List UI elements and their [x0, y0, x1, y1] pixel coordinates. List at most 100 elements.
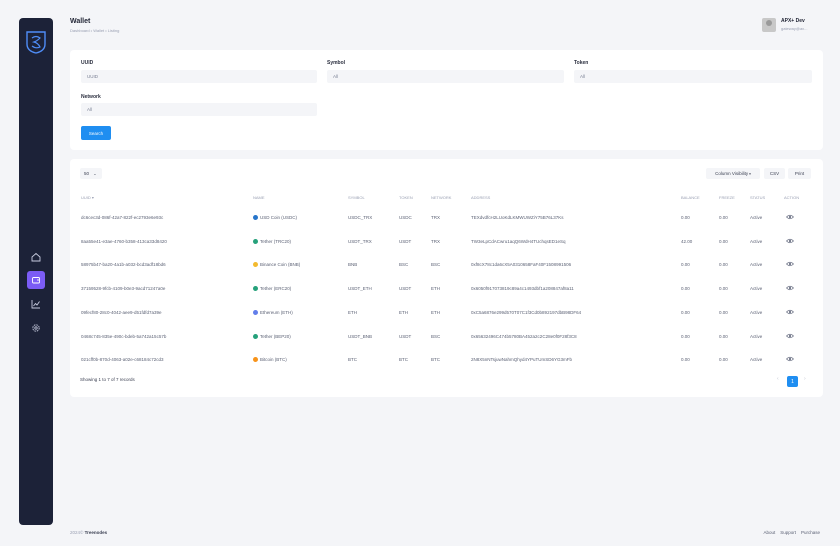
cell-symbol: USDT_TRX — [348, 238, 372, 244]
table-row[interactable]: 0468c745-835e-490c-bdeb-5a742a15c57b Teth… — [70, 333, 823, 346]
coin-icon — [253, 238, 258, 244]
print-button[interactable]: Print — [788, 168, 811, 179]
cell-name: Ethereum (ETH) — [253, 309, 293, 315]
cell-symbol: BTC — [348, 357, 357, 363]
cell-address: TW3eLpCdACwru1aqQ6WdH4TUchqsED1eSq — [471, 238, 566, 244]
column-visibility-button[interactable]: Column Visibility ▾ — [706, 168, 760, 179]
column-header-address[interactable]: ADDRESS — [471, 195, 490, 200]
table-row[interactable]: 09fecf80-28c0-4042-aee9-d51fdfd7a39e Ethe… — [70, 309, 823, 322]
cell-symbol: USDT_BNB — [348, 333, 373, 339]
column-visibility-label: Column Visibility — [715, 171, 749, 176]
breadcrumb: Dashboard • Wallet • Listing — [70, 28, 120, 33]
cell-freeze: 0.00 — [719, 309, 728, 315]
column-header-uuid[interactable]: UUID ▾ — [81, 195, 94, 200]
cell-symbol: USDT_ETH — [348, 286, 372, 292]
table-row[interactable]: 58975b47-ba20-4a1b-a032-bcd3adf18bd6 Bina… — [70, 262, 823, 274]
view-eye-icon[interactable] — [786, 238, 794, 244]
cell-status: Active — [750, 215, 763, 220]
sort-icon: ▾ — [91, 195, 94, 200]
csv-button[interactable]: CSV — [764, 168, 785, 179]
view-eye-icon[interactable] — [786, 309, 794, 315]
network-select[interactable]: All — [81, 103, 317, 116]
nav-wallet-icon[interactable] — [27, 271, 45, 289]
footer-link-purchase[interactable]: Purchase — [801, 530, 820, 535]
cell-name: USD Coin (USDC) — [253, 215, 297, 220]
cell-name: Tether (TRC20) — [253, 238, 291, 244]
view-eye-icon[interactable] — [786, 333, 794, 339]
column-header-action: ACTION — [784, 195, 800, 200]
cell-token: USDT — [399, 238, 412, 244]
nav-chart-icon[interactable] — [27, 295, 45, 313]
cell-network: TRX — [431, 215, 440, 220]
records-summary: Showing 1 to 7 of 7 records — [80, 377, 135, 382]
cell-name: Tether (BEP20) — [253, 333, 291, 339]
page-size-value: 50 — [84, 171, 90, 176]
cell-symbol: ETH — [348, 309, 357, 315]
nav-home-icon[interactable] — [27, 248, 45, 266]
view-eye-icon[interactable] — [786, 261, 794, 267]
footer-brand[interactable]: Treenodes — [85, 530, 108, 535]
cell-token: ETH — [399, 309, 408, 315]
cell-name: Tether (ERC20) — [253, 286, 291, 292]
footer-link-support[interactable]: Support — [780, 530, 796, 535]
cell-network: BSC — [431, 333, 441, 339]
avatar — [762, 18, 776, 32]
cell-uuid: dc6cec3d-086f-42a7-822f-ec2793e6e93c — [81, 215, 164, 220]
cell-address: 2N8X5nNTsjuwNahmQhyd4YPuTUmSD6YG3mFb — [471, 357, 573, 363]
cell-symbol: BNB — [348, 262, 358, 268]
cell-freeze: 0.00 — [719, 286, 728, 292]
cell-status: Active — [750, 238, 763, 244]
caret-down-icon: ▾ — [749, 171, 751, 176]
filter-card: UUID UUID Symbol All Token All Network A… — [70, 50, 823, 150]
search-button[interactable]: Search — [81, 126, 111, 140]
cell-freeze: 0.00 — [719, 238, 728, 244]
view-eye-icon[interactable] — [786, 214, 794, 220]
cell-uuid: 0468c745-835e-490c-bdeb-5a742a15c57b — [81, 333, 167, 339]
pagination-prev[interactable]: ‹ — [777, 376, 779, 382]
pagination-page-1[interactable]: 1 — [787, 376, 798, 387]
cell-name: Bitcoin (BTC) — [253, 357, 287, 363]
cell-token: USDT — [399, 286, 412, 292]
view-eye-icon[interactable] — [786, 285, 794, 291]
nav-settings-icon[interactable] — [27, 319, 45, 337]
cell-address: TEXdvdfcH2LUoKdLKMWUWZiY75B76L37Ks — [471, 215, 564, 220]
coin-icon — [253, 357, 258, 363]
table-row[interactable]: 8aa55e41-e3ae-4760-b358-413ca33d8420 Teth… — [70, 238, 823, 251]
symbol-select[interactable]: All — [327, 70, 564, 83]
page-size-select[interactable]: 50 ⌄ — [80, 168, 102, 179]
coin-icon — [253, 309, 258, 315]
uuid-input[interactable]: UUID — [81, 70, 317, 83]
cell-status: Active — [750, 286, 763, 292]
cell-symbol: USDC_TRX — [348, 215, 373, 220]
cell-token: BTC — [399, 357, 408, 363]
brand-logo-icon[interactable] — [25, 30, 47, 54]
cell-token: USDC — [399, 215, 412, 220]
cell-uuid: 58975b47-ba20-4a1b-a032-bcd3adf18bd6 — [81, 262, 166, 268]
cell-network: BSC — [431, 262, 441, 268]
cell-uuid: 09fecf80-28c0-4042-aee9-d51fdfd7a39e — [81, 309, 162, 315]
cell-address: 0x6050f917073819c89a4c1493dbf1a208847af8… — [471, 286, 574, 292]
cell-network: ETH — [431, 309, 440, 315]
table-row[interactable]: 021cff0b-870d-4063-a02e-c68184c72cd3 Bitc… — [70, 357, 823, 369]
column-header-symbol[interactable]: SYMBOL — [348, 195, 365, 200]
token-select[interactable]: All — [574, 70, 812, 83]
cell-uuid: 021cff0b-870d-4063-a02e-c68184c72cd3 — [81, 357, 164, 363]
column-header-freeze[interactable]: FREEZE — [719, 195, 735, 200]
footer-copyright: 2024© Treenodes — [70, 530, 108, 535]
cell-status: Active — [750, 357, 763, 363]
view-eye-icon[interactable] — [786, 356, 794, 362]
table-row[interactable]: 37159528-9fcb-4109-b0e3-9acd71247a0e Teth… — [70, 285, 823, 298]
column-header-token[interactable]: TOKEN — [399, 195, 413, 200]
pagination-next[interactable]: › — [804, 376, 806, 382]
user-menu[interactable]: APX+ Dev gateway@ax... — [762, 18, 808, 32]
cell-address: 0x65632496C474b5780BA452a2c2C28e0f0F28f3… — [471, 333, 577, 339]
column-header-balance[interactable]: BALANCE — [681, 195, 700, 200]
cell-balance: 0.00 — [681, 357, 690, 363]
column-header-name[interactable]: NAME — [253, 195, 265, 200]
cell-freeze: 0.00 — [719, 215, 728, 220]
column-header-status[interactable]: STATUS — [750, 195, 765, 200]
table-row[interactable]: dc6cec3d-086f-42a7-822f-ec2793e6e93c USD … — [70, 214, 823, 227]
network-label: Network — [81, 94, 101, 100]
column-header-network[interactable]: NETWORK — [431, 195, 451, 200]
footer-link-about[interactable]: About — [763, 530, 775, 535]
